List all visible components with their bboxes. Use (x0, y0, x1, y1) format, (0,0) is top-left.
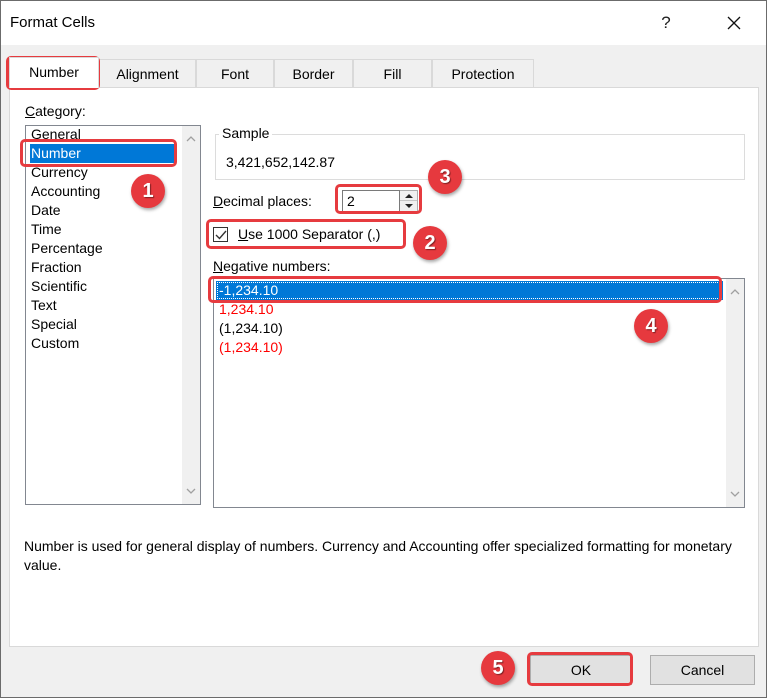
use-1000-separator-label[interactable]: Use 1000 Separator (,) (238, 226, 380, 242)
sample-label: Sample (219, 125, 273, 141)
tab-strip: Number Alignment Font Border Fill Protec… (9, 57, 534, 88)
number-tab-panel: Category: General Number Currency Accoun… (9, 87, 759, 647)
close-icon (727, 16, 741, 30)
sample-value: 3,421,652,142.87 (226, 154, 335, 170)
category-item-general[interactable]: General (30, 126, 176, 144)
category-item-special[interactable]: Special (30, 315, 176, 334)
decimal-places-label: Decimal places: (213, 193, 312, 209)
decimal-places-input[interactable]: 2 (342, 190, 400, 212)
cancel-button[interactable]: Cancel (650, 655, 755, 685)
step-badge-5: 5 (481, 651, 515, 685)
category-item-text[interactable]: Text (30, 296, 176, 315)
category-item-scientific[interactable]: Scientific (30, 277, 176, 296)
category-description: Number is used for general display of nu… (24, 538, 732, 573)
tab-border[interactable]: Border (274, 59, 353, 88)
negative-number-option[interactable]: -1,234.10 (216, 281, 723, 300)
category-label: Category: (25, 103, 86, 119)
negative-numbers-label: Negative numbers: (213, 258, 331, 274)
scroll-down-icon[interactable] (730, 489, 740, 499)
format-cells-dialog: Format Cells ? Number Alignment Font Bor… (0, 0, 767, 698)
use-1000-separator-checkbox[interactable] (213, 227, 228, 242)
dialog-title: Format Cells (10, 14, 96, 31)
checkmark-icon (215, 230, 227, 240)
ok-button[interactable]: OK (530, 655, 632, 685)
step-badge-4: 4 (634, 309, 668, 343)
decimal-places-spinner (400, 190, 418, 212)
close-button[interactable] (717, 9, 751, 37)
category-item-custom[interactable]: Custom (30, 334, 176, 353)
category-list[interactable]: General Number Currency Accounting Date … (25, 125, 201, 505)
help-button[interactable]: ? (651, 9, 681, 37)
scroll-up-icon[interactable] (730, 287, 740, 297)
category-item-time[interactable]: Time (30, 220, 176, 239)
step-badge-1: 1 (131, 174, 165, 208)
tab-protection[interactable]: Protection (432, 59, 534, 88)
tab-number[interactable]: Number (9, 57, 99, 88)
title-bar: Format Cells ? (1, 1, 766, 45)
category-item-percentage[interactable]: Percentage (30, 239, 176, 258)
tab-font[interactable]: Font (196, 59, 274, 88)
category-item-fraction[interactable]: Fraction (30, 258, 176, 277)
tab-alignment[interactable]: Alignment (99, 59, 196, 88)
scroll-down-icon[interactable] (186, 486, 196, 496)
negative-numbers-scrollbar[interactable] (726, 279, 744, 507)
spin-up-icon[interactable] (400, 191, 417, 201)
tab-fill[interactable]: Fill (353, 59, 432, 88)
spin-down-icon[interactable] (400, 201, 417, 211)
step-badge-2: 2 (413, 226, 447, 260)
negative-numbers-list[interactable]: -1,234.10 1,234.10 (1,234.10) (1,234.10) (213, 278, 745, 508)
category-item-number[interactable]: Number (30, 144, 176, 163)
category-scrollbar[interactable] (182, 126, 200, 504)
scroll-up-icon[interactable] (186, 134, 196, 144)
step-badge-3: 3 (428, 160, 462, 194)
